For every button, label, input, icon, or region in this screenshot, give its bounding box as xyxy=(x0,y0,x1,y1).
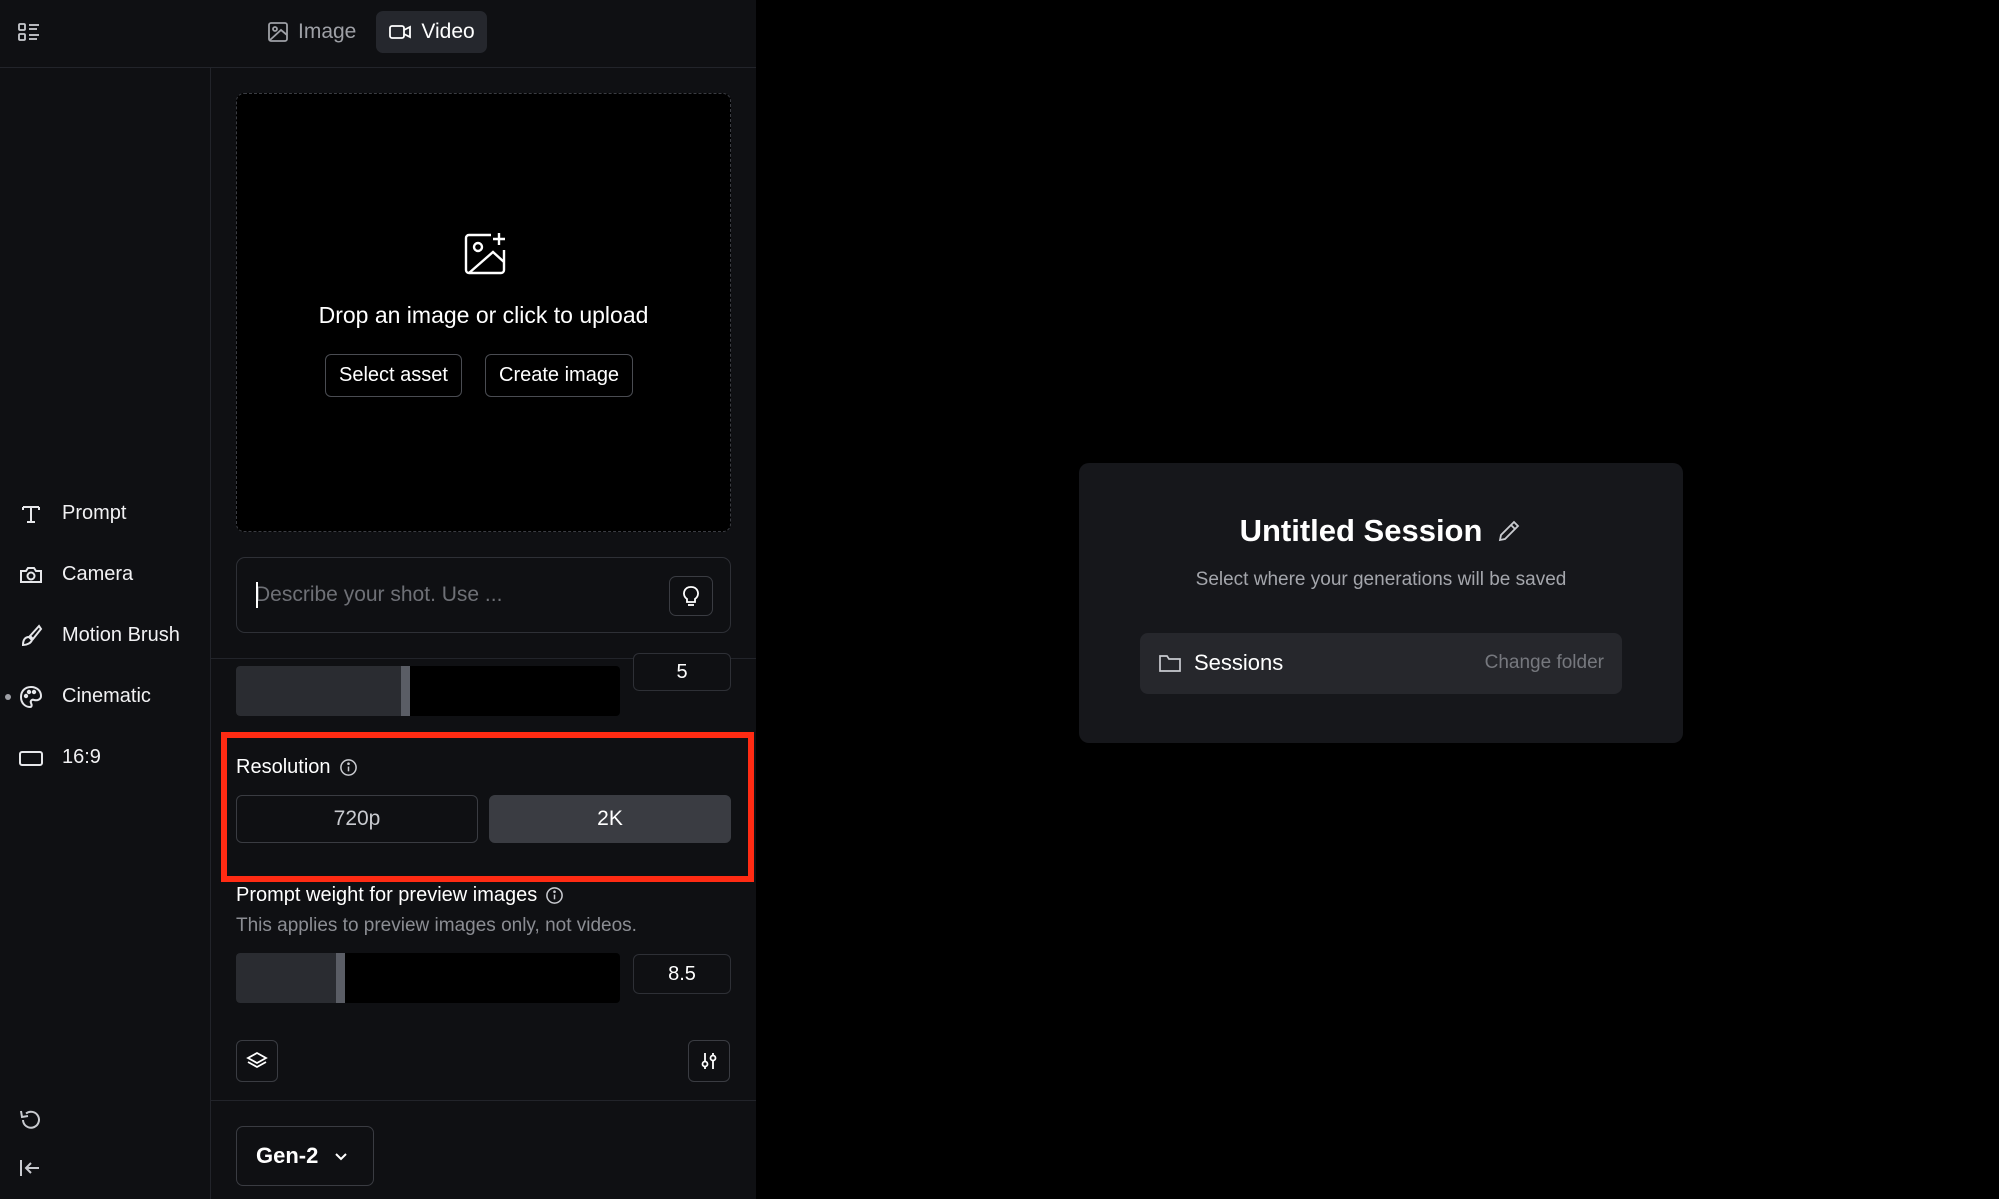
session-title-row: Untitled Session xyxy=(1079,513,1683,549)
lightbulb-icon xyxy=(683,586,699,606)
prompt-weight-label-text: Prompt weight for preview images xyxy=(236,884,538,906)
duration-slider-thumb[interactable] xyxy=(401,666,410,716)
change-folder-button[interactable]: Change folder xyxy=(1485,652,1604,674)
upload-dropzone[interactable]: Drop an image or click to upload Select … xyxy=(236,93,731,532)
duration-slider-fill xyxy=(236,666,405,716)
model-label: Gen-2 xyxy=(256,1143,319,1168)
pencil-icon[interactable] xyxy=(1496,518,1522,544)
tab-video[interactable]: Video xyxy=(376,11,487,53)
tab-image[interactable]: Image xyxy=(255,11,368,53)
collapse-sidebar-icon[interactable] xyxy=(17,1155,43,1181)
duration-slider[interactable] xyxy=(236,666,620,716)
grid-menu-icon[interactable] xyxy=(16,20,42,46)
sliders-icon xyxy=(701,1053,717,1069)
section-divider xyxy=(211,1100,756,1101)
aspect-ratio-icon xyxy=(19,751,43,766)
layers-icon xyxy=(246,1051,268,1069)
camera-icon xyxy=(20,567,42,583)
active-dot xyxy=(5,694,11,700)
tab-video-label: Video xyxy=(421,20,475,43)
model-selector[interactable]: Gen-2 xyxy=(236,1126,374,1186)
info-icon[interactable] xyxy=(545,886,564,905)
advanced-settings-button[interactable] xyxy=(688,1040,730,1082)
sidebar-item-camera[interactable]: Camera xyxy=(0,552,211,596)
folder-selector[interactable]: Sessions Change folder xyxy=(1140,633,1622,694)
prompt-weight-label: Prompt weight for preview images xyxy=(236,884,564,907)
prompt-suggestions-button[interactable] xyxy=(669,576,713,616)
session-card: Untitled Session Select where your gener… xyxy=(1079,463,1683,743)
sidebar-item-aspect-ratio[interactable]: 16:9 xyxy=(0,735,211,779)
mode-tabs: Image Video xyxy=(255,11,487,53)
sidebar-item-label: Motion Brush xyxy=(62,623,180,646)
prompt-weight-slider-thumb[interactable] xyxy=(336,953,345,1003)
session-subtitle: Select where your generations will be sa… xyxy=(1195,569,1567,590)
sidebar-item-cinematic[interactable]: Cinematic xyxy=(0,674,211,718)
image-icon xyxy=(268,22,288,42)
prompt-weight-value[interactable]: 8.5 xyxy=(633,954,731,994)
sidebar-item-label: Prompt xyxy=(62,501,127,524)
sidebar-item-label: Cinematic xyxy=(62,684,151,707)
sidebar-item-label: Camera xyxy=(62,562,134,585)
layers-button[interactable] xyxy=(236,1040,278,1082)
prompt-input[interactable] xyxy=(255,577,655,613)
top-bar: Image Video xyxy=(0,0,756,68)
text-t-icon xyxy=(22,506,40,523)
prompt-weight-slider-fill xyxy=(236,953,340,1003)
chevron-down-icon xyxy=(335,1153,348,1161)
sidebar-item-motion-brush[interactable]: Motion Brush xyxy=(0,613,211,657)
add-image-icon xyxy=(464,233,506,275)
video-camera-icon xyxy=(389,25,412,39)
palette-icon xyxy=(19,685,43,709)
resolution-highlight-box xyxy=(221,732,754,882)
duration-value[interactable]: 5 xyxy=(633,653,731,691)
sidebar-item-label: 16:9 xyxy=(62,745,101,768)
folder-icon xyxy=(1159,655,1181,672)
upload-instructions: Drop an image or click to upload xyxy=(318,302,649,328)
prompt-box xyxy=(236,557,731,633)
text-caret xyxy=(256,582,258,608)
session-title: Untitled Session xyxy=(1239,513,1483,548)
brush-icon xyxy=(21,624,43,647)
undo-icon[interactable] xyxy=(17,1107,43,1133)
select-asset-button[interactable]: Select asset xyxy=(325,354,462,397)
sidebar-item-prompt[interactable]: Prompt xyxy=(0,491,211,535)
prompt-weight-description: This applies to preview images only, not… xyxy=(236,915,637,936)
create-image-button[interactable]: Create image xyxy=(485,354,634,397)
left-panel: Image Video Prompt Camera Motion Brush C… xyxy=(0,0,756,1199)
sidebar: Prompt Camera Motion Brush Cinematic 16:… xyxy=(0,68,211,1199)
folder-name: Sessions xyxy=(1194,650,1284,675)
tab-image-label: Image xyxy=(298,20,357,43)
prompt-weight-slider[interactable] xyxy=(236,953,620,1003)
